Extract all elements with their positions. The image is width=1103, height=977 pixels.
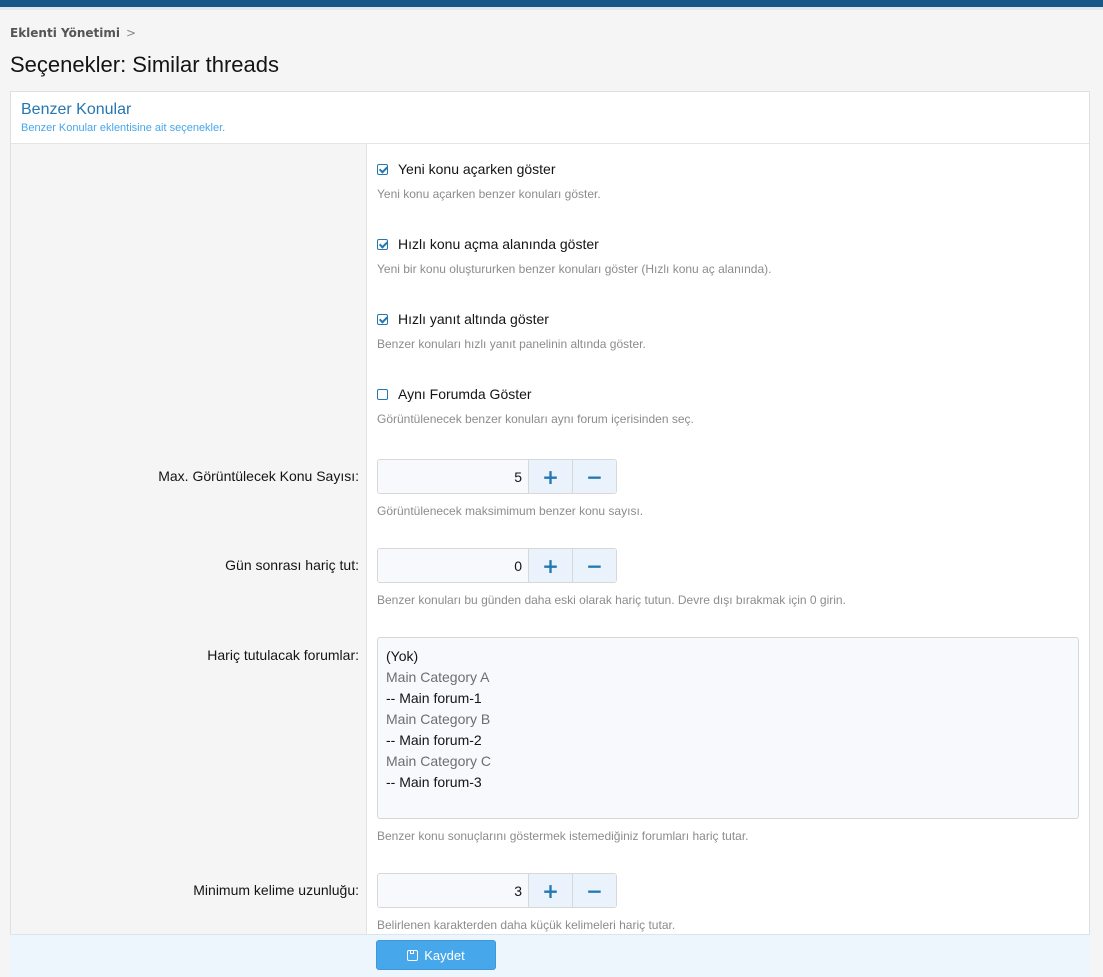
option-hint: Görüntülenecek benzer konuları aynı foru…	[377, 412, 694, 426]
option-hint: Yeni bir konu oluştururken benzer konula…	[377, 262, 772, 276]
checkbox-same-forum[interactable]: Aynı Forumda Göster	[377, 386, 694, 402]
option-hint: Benzer konu sonuçlarını göstermek isteme…	[377, 829, 749, 843]
forum-option[interactable]: -- Main forum-2	[386, 730, 1070, 751]
forum-category-option: Main Category C	[386, 753, 492, 769]
checkbox-show-new-thread[interactable]: Yeni konu açarken göster	[377, 161, 601, 177]
block-header: Benzer Konular Benzer Konular eklentisin…	[11, 92, 1089, 144]
breadcrumb-item[interactable]: Eklenti Yönetimi	[10, 26, 120, 40]
checkbox-icon[interactable]	[377, 163, 388, 175]
checkbox-show-quick-reply[interactable]: Hızlı yanıt altında göster	[377, 311, 646, 327]
save-button-label[interactable]: Kaydet	[424, 948, 464, 963]
minus-icon[interactable]: −	[572, 549, 616, 582]
forum-option[interactable]: -- Main forum-1	[386, 688, 1070, 709]
max-threads-label: Max. Görüntülecek Konu Sayısı:	[158, 468, 359, 484]
breadcrumb[interactable]: Eklenti Yönetimi >	[10, 26, 136, 40]
excluded-forums-label: Hariç tutulacak forumlar:	[207, 647, 359, 663]
option-hint: Belirlenen karakterden daha küçük kelime…	[377, 918, 676, 932]
top-navbar	[0, 0, 1103, 7]
plus-icon[interactable]: +	[528, 874, 572, 907]
form-submit-row: Kaydet	[10, 934, 1090, 977]
max-threads-stepper[interactable]: 5 + −	[377, 459, 617, 494]
save-icon	[407, 949, 419, 961]
navbar-shadow	[0, 7, 1103, 10]
option-hint: Görüntülenecek maksimimum benzer konu sa…	[377, 504, 644, 518]
checkbox-show-quick-thread[interactable]: Hızlı konu açma alanında göster	[377, 236, 771, 252]
block-title: Benzer Konular	[21, 101, 132, 118]
option-hint: Benzer konuları hızlı yanıt panelinin al…	[377, 337, 646, 351]
days-exclude-stepper[interactable]: 0 + −	[377, 548, 617, 583]
option-hint: Benzer konuları bu günden daha eski olar…	[377, 593, 846, 607]
excluded-forums-select[interactable]: (Yok) Main Category A -- Main forum-1 Main …	[377, 637, 1079, 819]
days-exclude-input[interactable]: 0	[378, 549, 528, 582]
save-button[interactable]: Kaydet	[376, 940, 496, 970]
max-threads-input[interactable]: 5	[378, 460, 528, 493]
checkbox-label[interactable]: Aynı Forumda Göster	[398, 386, 532, 402]
checkbox-icon[interactable]	[377, 313, 388, 325]
forum-category-option: Main Category B	[386, 711, 491, 727]
min-word-input[interactable]: 3	[378, 874, 528, 907]
minus-icon[interactable]: −	[572, 874, 616, 907]
option-hint: Yeni konu açarken benzer konuları göster…	[377, 187, 601, 201]
min-word-label: Minimum kelime uzunluğu:	[193, 882, 359, 898]
checkbox-label[interactable]: Hızlı yanıt altında göster	[398, 311, 549, 327]
chevron-right-icon: >	[125, 26, 137, 40]
block-description: Benzer Konular eklentisine ait seçenekle…	[21, 122, 226, 134]
days-exclude-label: Gün sonrası hariç tut:	[225, 557, 359, 573]
forum-option[interactable]: -- Main forum-3	[386, 772, 1070, 793]
minus-icon[interactable]: −	[572, 460, 616, 493]
min-word-stepper[interactable]: 3 + −	[377, 873, 617, 908]
plus-icon[interactable]: +	[528, 549, 572, 582]
checkbox-icon[interactable]	[377, 388, 388, 400]
forum-option[interactable]: (Yok)	[386, 646, 1070, 667]
checkbox-label[interactable]: Yeni konu açarken göster	[398, 161, 555, 177]
plus-icon[interactable]: +	[528, 460, 572, 493]
checkbox-label[interactable]: Hızlı konu açma alanında göster	[398, 236, 599, 252]
options-block: Benzer Konular Benzer Konular eklentisin…	[10, 91, 1090, 977]
checkbox-icon[interactable]	[377, 238, 388, 250]
page-title: Seçenekler: Similar threads	[10, 52, 280, 77]
forum-category-option: Main Category A	[386, 669, 490, 685]
